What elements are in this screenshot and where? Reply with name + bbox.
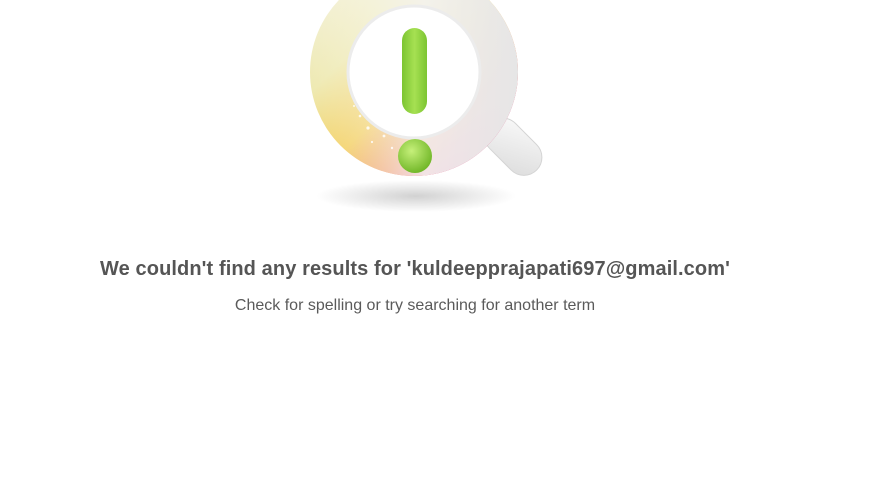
no-results-suggestion: Check for spelling or try searching for … (234, 297, 596, 314)
no-results-heading: We couldn't find any results for 'kuldee… (100, 258, 730, 280)
search-results-page: We couldn't find any results for 'kuldee… (0, 0, 890, 482)
no-results-magnifier-exclamation-icon (276, 0, 556, 226)
